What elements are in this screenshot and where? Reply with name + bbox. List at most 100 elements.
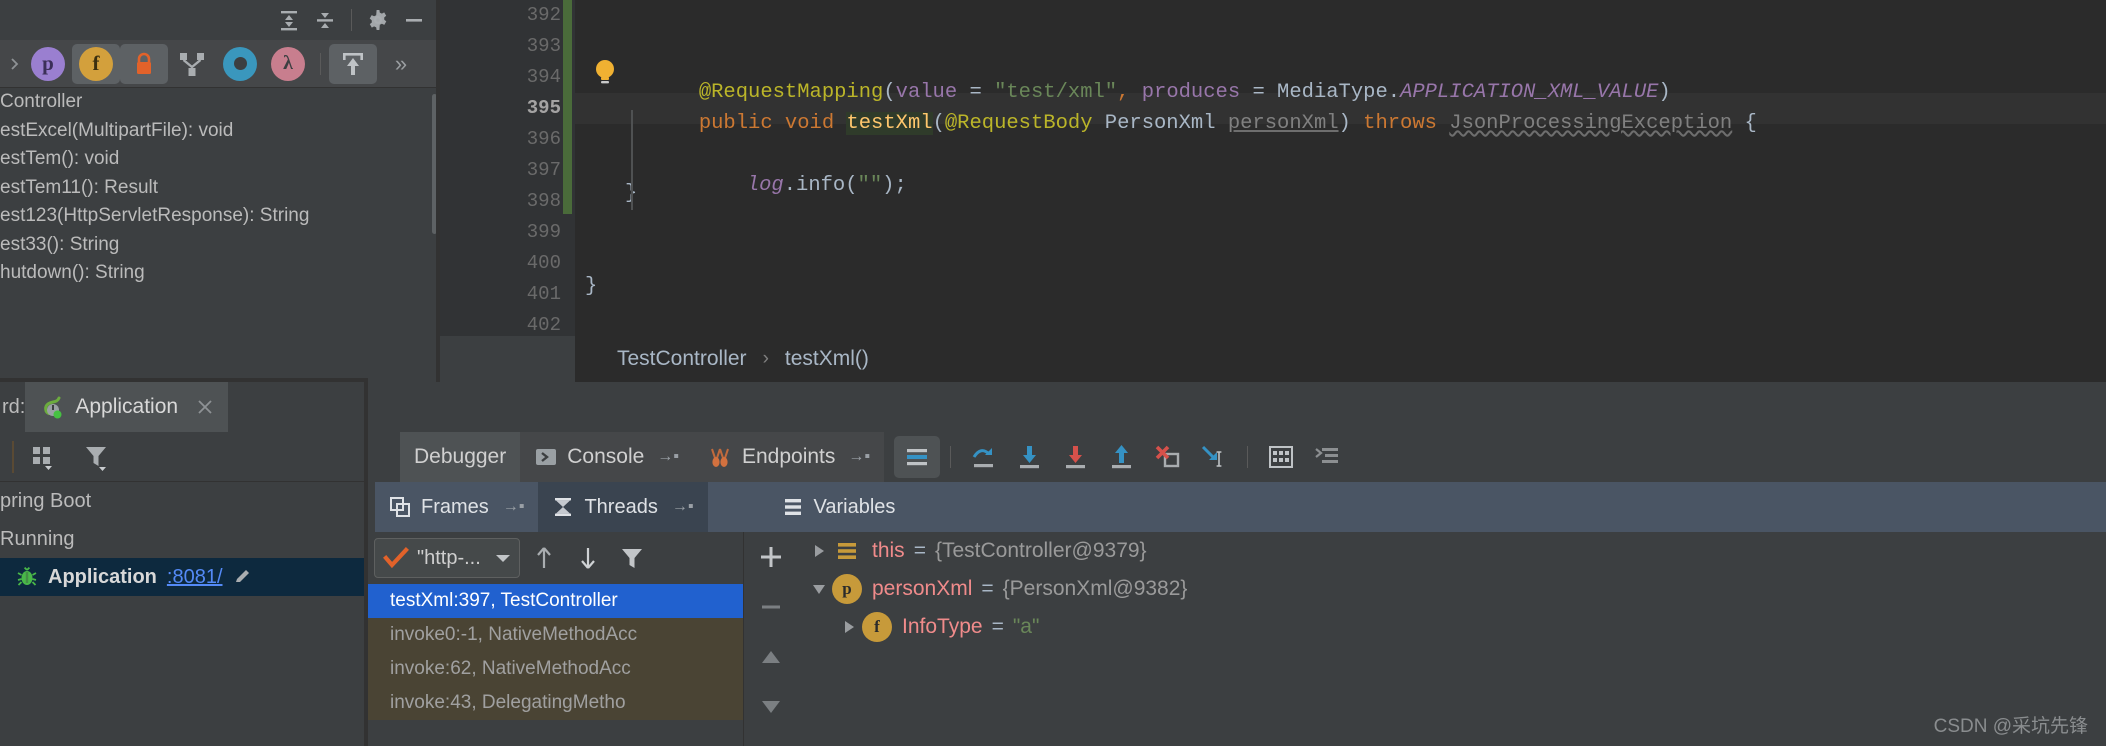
- pin-tab-icon[interactable]: →▪: [848, 448, 870, 466]
- pin-tab-icon[interactable]: →▪: [672, 498, 694, 516]
- frame-item[interactable]: invoke:43, DelegatingMetho: [368, 686, 743, 720]
- structure-item[interactable]: estTem11(): Result: [0, 174, 440, 203]
- services-tabstrip[interactable]: rd: Application: [0, 382, 368, 433]
- subtab-gap: [707, 482, 768, 532]
- run-to-cursor-button[interactable]: [1191, 436, 1237, 478]
- structure-overflow-button[interactable]: »: [377, 44, 425, 84]
- structure-list[interactable]: Controller estExcel(MultipartFile): void…: [0, 88, 440, 370]
- evaluate-expression-button[interactable]: [1258, 436, 1304, 478]
- frames-up-button[interactable]: [524, 545, 564, 571]
- panel-divider-vertical[interactable]: [436, 0, 440, 382]
- inherited-filter[interactable]: [168, 44, 216, 84]
- breadcrumb-class[interactable]: TestController: [617, 347, 747, 371]
- structure-item[interactable]: estExcel(MultipartFile): void: [0, 117, 440, 146]
- add-watch-button[interactable]: [744, 532, 797, 582]
- expand-triangle-right-icon[interactable]: [806, 532, 832, 570]
- move-up-button[interactable]: [744, 632, 797, 682]
- remove-watch-button[interactable]: [744, 582, 797, 632]
- breadcrumb-method[interactable]: testXml(): [785, 347, 869, 371]
- code-parameter: personXml: [1227, 112, 1339, 135]
- step-over-button[interactable]: [961, 436, 1007, 478]
- services-tree-item[interactable]: pring Boot: [0, 482, 368, 520]
- frames-down-button[interactable]: [568, 545, 608, 571]
- subtab-frames[interactable]: Frames →▪: [375, 482, 538, 532]
- variables-icon: [782, 496, 804, 518]
- tab-endpoints[interactable]: Endpoints →▪: [692, 432, 885, 482]
- chevron-down-icon[interactable]: [495, 553, 511, 563]
- gear-icon[interactable]: [360, 5, 396, 35]
- frame-item[interactable]: testXml:397, TestController: [368, 584, 743, 618]
- step-into-button[interactable]: [1007, 436, 1053, 478]
- force-step-into-button[interactable]: [1053, 436, 1099, 478]
- tab-console[interactable]: Console →▪: [520, 432, 693, 482]
- services-item-label: Application: [48, 566, 157, 588]
- frames-list[interactable]: testXml:397, TestController invoke0:-1, …: [368, 584, 743, 720]
- structure-scroll-chevron[interactable]: [6, 44, 24, 84]
- frame-item[interactable]: invoke0:-1, NativeMethodAcc: [368, 618, 743, 652]
- code-logger: log: [746, 174, 784, 197]
- intention-bulb-icon[interactable]: [593, 58, 617, 86]
- code-token: );: [882, 174, 907, 197]
- editor-gutter[interactable]: 392 393 394 395 396 397 398 399 400 401 …: [440, 0, 575, 336]
- line-number: 399: [526, 221, 561, 243]
- services-tree[interactable]: pring Boot Running Application :8081/: [0, 482, 368, 746]
- drop-frame-button[interactable]: [1145, 436, 1191, 478]
- filter-icon[interactable]: [82, 442, 112, 472]
- variable-row-this[interactable]: this = {TestController@9379}: [796, 532, 2106, 570]
- frame-item[interactable]: invoke:62, NativeMethodAcc: [368, 652, 743, 686]
- export-icon: [339, 50, 367, 78]
- structure-item[interactable]: est33(): String: [0, 231, 440, 260]
- structure-filter-bar[interactable]: p f λ »: [0, 40, 440, 88]
- breadcrumb[interactable]: TestController › testXml(): [575, 336, 2106, 382]
- subtab-threads[interactable]: Threads →▪: [538, 482, 708, 532]
- move-down-button[interactable]: [744, 682, 797, 732]
- fields-filter[interactable]: f: [72, 43, 120, 84]
- properties-filter[interactable]: p: [24, 44, 72, 84]
- anonymous-filter[interactable]: [216, 44, 264, 84]
- services-tree-item[interactable]: Running: [0, 520, 368, 558]
- subtab-variables[interactable]: Variables: [768, 482, 910, 532]
- collapse-triangle-down-icon[interactable]: [806, 570, 832, 608]
- frames-filter-button[interactable]: [612, 545, 652, 571]
- variable-name: personXml: [872, 577, 973, 600]
- debugger-subtabs[interactable]: Frames →▪ Threads →▪ Variables: [368, 482, 2106, 532]
- expand-triangle-right-icon[interactable]: [836, 608, 862, 646]
- autoscroll-filter[interactable]: [329, 43, 377, 84]
- variable-row-infotype[interactable]: f InfoType = "a": [796, 608, 2106, 646]
- frames-header[interactable]: "http-...: [368, 532, 743, 584]
- structure-toolbar[interactable]: [0, 0, 440, 41]
- watches-sidebar[interactable]: [743, 532, 798, 746]
- subtab-variables-label: Variables: [813, 495, 896, 518]
- structure-item[interactable]: Controller: [0, 88, 440, 117]
- pencil-icon[interactable]: [233, 567, 253, 587]
- collapse-all-icon[interactable]: [307, 5, 343, 35]
- tab-debugger[interactable]: Debugger: [400, 432, 521, 482]
- expand-all-icon[interactable]: [271, 5, 307, 35]
- services-tab-application[interactable]: Application: [25, 382, 229, 432]
- group-by-icon[interactable]: [30, 442, 60, 472]
- minimize-icon[interactable]: [396, 5, 432, 35]
- frames-pane[interactable]: "http-... testXml:397, TestController in…: [368, 532, 743, 746]
- close-icon[interactable]: [196, 398, 214, 416]
- structure-item[interactable]: est123(HttpServletResponse): String: [0, 202, 440, 231]
- execution-point-button[interactable]: [1304, 436, 1350, 478]
- services-tree-item-application[interactable]: Application :8081/: [0, 558, 368, 596]
- structure-item[interactable]: estTem(): void: [0, 145, 440, 174]
- structure-item[interactable]: hutdown(): String: [0, 259, 440, 288]
- pin-tab-icon[interactable]: →▪: [503, 498, 525, 516]
- thread-selector[interactable]: "http-...: [374, 538, 520, 578]
- editor-code-area[interactable]: @RequestMapping(value = "test/xml", prod…: [575, 0, 2106, 336]
- step-out-button[interactable]: [1099, 436, 1145, 478]
- variable-row-personxml[interactable]: p personXml = {PersonXml@9382}: [796, 570, 2106, 608]
- variables-pane[interactable]: this = {TestController@9379} p personXml…: [796, 532, 2106, 746]
- lambda-filter[interactable]: λ: [264, 44, 312, 84]
- layout-settings-button[interactable]: [894, 436, 941, 478]
- code-token: {: [1732, 112, 1757, 135]
- chevron-right-icon: ›: [762, 348, 769, 369]
- application-port-link[interactable]: :8081/: [167, 558, 223, 596]
- panel-divider-horizontal[interactable]: [0, 378, 368, 382]
- debugger-tabrow[interactable]: Debugger Console →▪ Endpoints →▪: [368, 432, 2106, 482]
- pin-tab-icon[interactable]: →▪: [657, 448, 679, 466]
- non-public-filter[interactable]: [120, 43, 168, 84]
- services-toolbar[interactable]: [0, 432, 368, 482]
